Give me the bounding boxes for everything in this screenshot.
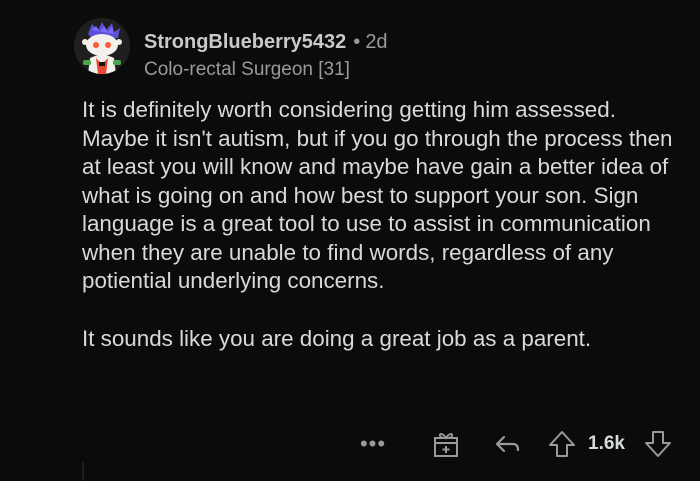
award-icon <box>434 433 458 457</box>
more-icon: ••• <box>359 431 387 456</box>
author-line: StrongBlueberry5432 • 2d <box>144 30 388 54</box>
upvote-icon <box>549 431 575 457</box>
comment-paragraph-2: It sounds like you are doing a great job… <box>82 325 592 351</box>
snoo-avatar-icon <box>74 18 130 74</box>
reply-icon <box>495 435 520 453</box>
comment-card: StrongBlueberry5432 • 2d Colo-rectal Surge… <box>0 0 700 481</box>
vote-score: 1.6k <box>588 433 625 454</box>
comment-age: 2d <box>365 31 388 53</box>
separator-dot: • <box>353 31 361 53</box>
downvote-button[interactable] <box>642 428 674 460</box>
more-options-button[interactable]: ••• <box>358 428 388 460</box>
comment-paragraph-1: It is definitely worth considering getti… <box>82 97 673 293</box>
thread-line <box>82 462 84 481</box>
award-button[interactable] <box>430 428 462 460</box>
user-flair: Colo-rectal Surgeon [31] <box>144 59 350 80</box>
comment-body: It is definitely worth considering getti… <box>82 96 682 353</box>
upvote-button[interactable] <box>546 428 578 460</box>
downvote-icon <box>645 431 671 457</box>
username-link[interactable]: StrongBlueberry5432 <box>144 31 346 53</box>
user-avatar[interactable] <box>74 18 130 74</box>
reply-button[interactable] <box>492 428 524 460</box>
